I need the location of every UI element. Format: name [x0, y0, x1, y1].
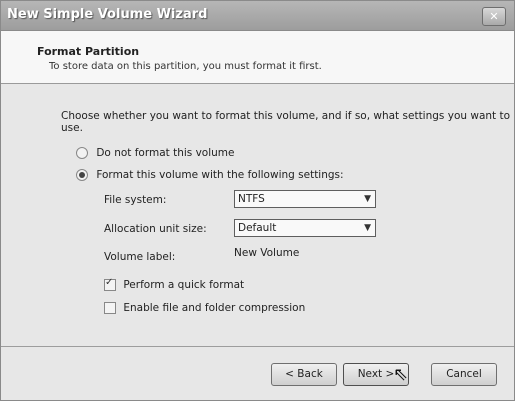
compression-checkbox[interactable]: Enable file and folder compression [104, 302, 305, 314]
chevron-down-icon: ▼ [364, 194, 371, 204]
close-button[interactable]: ✕ [482, 7, 506, 26]
radio-checked-icon [76, 169, 88, 181]
volume-label-value[interactable]: New Volume [234, 247, 299, 259]
checkbox-unchecked-icon [104, 302, 116, 314]
wizard-window: New Simple Volume Wizard ✕ Format Partit… [0, 0, 515, 401]
page-title: Format Partition [37, 45, 140, 58]
volume-label-label: Volume label: [104, 251, 176, 263]
allocation-unit-size-value: Default [238, 222, 277, 234]
window-title: New Simple Volume Wizard [7, 7, 208, 22]
do-not-format-label: Do not format this volume [96, 147, 235, 159]
footer-divider [1, 346, 514, 347]
compression-label: Enable file and folder compression [123, 302, 306, 314]
radio-unchecked-icon [76, 147, 88, 159]
mouse-cursor-icon: ⇖ [393, 364, 409, 385]
format-volume-label: Format this volume with the following se… [96, 169, 344, 181]
page-subtitle: To store data on this partition, you mus… [49, 61, 322, 72]
file-system-select[interactable]: NTFS ▼ [234, 190, 376, 208]
wizard-header: Format Partition To store data on this p… [1, 31, 514, 84]
quick-format-checkbox[interactable]: Perform a quick format [104, 277, 245, 291]
allocation-unit-size-select[interactable]: Default ▼ [234, 219, 376, 237]
intro-text: Choose whether you want to format this v… [61, 110, 511, 134]
format-volume-radio[interactable]: Format this volume with the following se… [76, 169, 344, 181]
quick-format-label: Perform a quick format [123, 279, 245, 291]
cancel-button[interactable]: Cancel [431, 363, 497, 386]
close-icon: ✕ [489, 10, 499, 23]
allocation-unit-size-label: Allocation unit size: [104, 223, 207, 235]
checkbox-checked-icon [104, 277, 116, 291]
title-bar[interactable]: New Simple Volume Wizard ✕ [1, 1, 514, 31]
back-button[interactable]: < Back [271, 363, 337, 386]
file-system-value: NTFS [238, 193, 265, 205]
do-not-format-radio[interactable]: Do not format this volume [76, 147, 235, 159]
file-system-label: File system: [104, 194, 167, 206]
chevron-down-icon: ▼ [364, 223, 371, 233]
